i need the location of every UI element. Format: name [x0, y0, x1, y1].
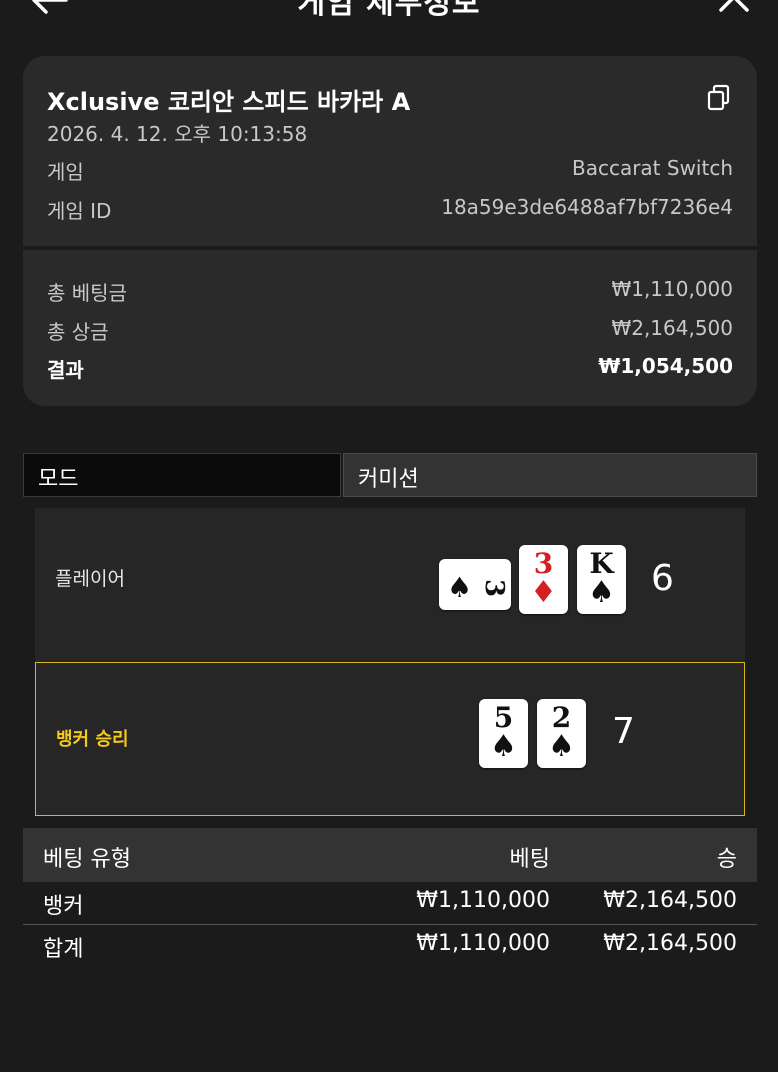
player-card-3: K ♠ [577, 545, 626, 614]
bet-table: 베팅 유형 베팅 승 뱅커 ₩1,110,000 ₩2,164,500 합계 ₩… [23, 828, 757, 967]
total-win: ₩2,164,500 [603, 931, 737, 956]
col-bet-type: 베팅 유형 [43, 847, 131, 872]
player-label: 플레이어 [55, 568, 125, 590]
total-prize-label: 총 상금 [47, 320, 109, 344]
bet-table-header: 베팅 유형 베팅 승 [23, 828, 757, 882]
game-summary-card: Xclusive 코리안 스피드 바카라 A 2026. 4. 12. 오후 1… [23, 56, 757, 406]
card-suit-icon: ♦ [530, 575, 557, 610]
banker-win-box: 뱅커 승리 7 [35, 662, 745, 816]
game-datetime: 2026. 4. 12. 오후 10:13:58 [47, 122, 308, 146]
banker-card-2: 2 ♠ [537, 699, 586, 768]
game-id-label: 게임 ID [47, 199, 112, 223]
row-bet: ₩1,110,000 [416, 888, 550, 913]
total-prize-value: ₩2,164,500 [611, 316, 733, 340]
banker-win-label: 뱅커 승리 [56, 729, 129, 750]
table-row: 뱅커 ₩1,110,000 ₩2,164,500 [23, 882, 757, 925]
card-rank: 3 [478, 578, 509, 598]
game-value: Baccarat Switch [571, 156, 733, 180]
game-label: 게임 [47, 160, 84, 184]
total-bet-row: 총 베팅금 ₩1,110,000 [47, 277, 733, 306]
player-score: 6 [651, 558, 674, 599]
table-row-total: 합계 ₩1,110,000 ₩2,164,500 [23, 925, 757, 967]
mode-bar: 모드 커미션 [23, 453, 757, 497]
top-bar: 게임 세부정보 [0, 0, 778, 40]
result-label: 결과 [47, 358, 84, 382]
mode-value-cell: 커미션 [343, 453, 757, 497]
col-bet: 베팅 [509, 847, 550, 872]
card-suit-icon: ♠ [548, 729, 575, 764]
card-suit-icon: ♠ [447, 571, 473, 604]
close-icon[interactable] [718, 0, 750, 14]
result-value: ₩1,054,500 [598, 354, 733, 378]
banker-card-1: 5 ♠ [479, 699, 528, 768]
banker-score: 7 [612, 711, 635, 752]
row-type: 뱅커 [43, 894, 84, 919]
player-card-1: 3 ♠ [439, 559, 511, 610]
mode-label: 모드 [38, 467, 79, 492]
total-bet-value: ₩1,110,000 [611, 277, 733, 301]
row-win: ₩2,164,500 [603, 888, 737, 913]
game-id-value: 18a59e3de6488af7bf7236e4 [441, 195, 733, 219]
divider [23, 246, 757, 250]
mode-value: 커미션 [358, 467, 419, 492]
total-bet-label: 총 베팅금 [47, 281, 127, 305]
total-prize-row: 총 상금 ₩2,164,500 [47, 316, 733, 345]
col-win: 승 [716, 847, 737, 872]
player-card-2: 3 ♦ [519, 545, 568, 614]
page-title: 게임 세부정보 [297, 0, 481, 21]
total-bet: ₩1,110,000 [416, 931, 550, 956]
game-title: Xclusive 코리안 스피드 바카라 A [47, 88, 411, 116]
game-row: 게임 Baccarat Switch [47, 156, 733, 185]
total-type: 합계 [43, 937, 84, 962]
result-row: 결과 ₩1,054,500 [47, 354, 733, 383]
card-suit-icon: ♠ [490, 729, 517, 764]
copy-icon[interactable] [707, 84, 731, 112]
game-id-row: 게임 ID 18a59e3de6488af7bf7236e4 [47, 195, 733, 224]
card-suit-icon: ♠ [588, 575, 615, 610]
mode-label-cell: 모드 [23, 453, 341, 497]
hands-panel: 플레이어 3 ♠ 3 ♦ K ♠ 6 뱅커 승리 7 5 ♠ 2 ♠ [35, 508, 745, 816]
